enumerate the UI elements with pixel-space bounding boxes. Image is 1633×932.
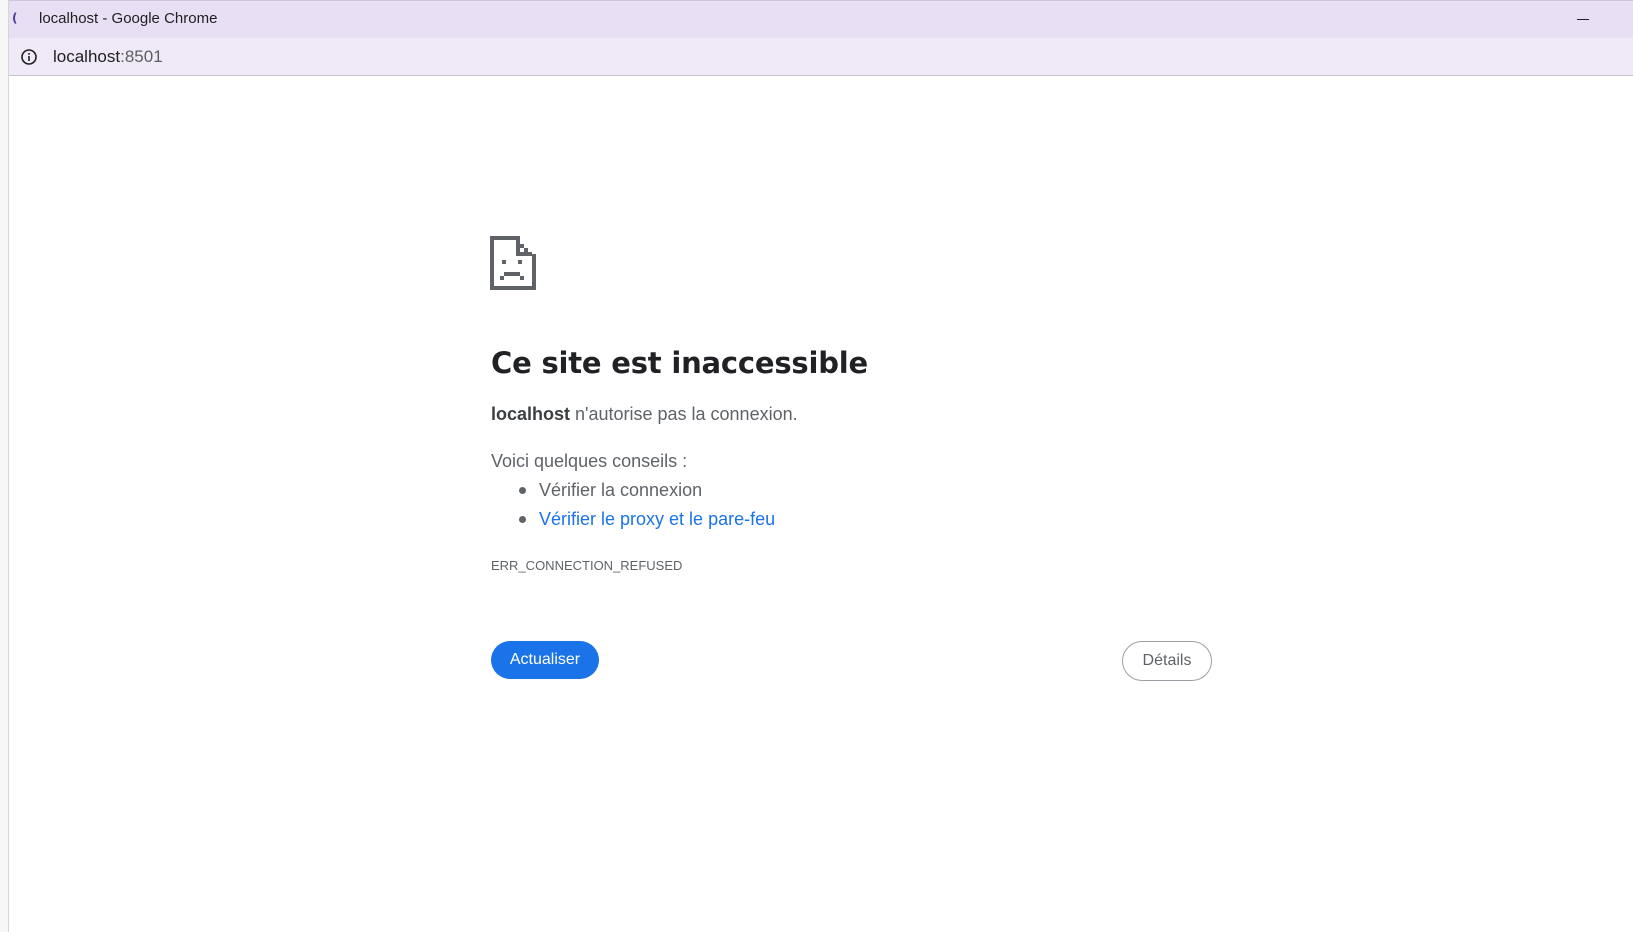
bullet-icon bbox=[519, 516, 526, 523]
error-message: localhost n'autorise pas la connexion. bbox=[491, 404, 798, 425]
error-message-host: localhost bbox=[491, 404, 571, 424]
proxy-firewall-link[interactable]: Vérifier le proxy et le pare-feu bbox=[539, 509, 775, 529]
title-bar: ( localhost - Google Chrome bbox=[9, 0, 1633, 38]
error-code: ERR_CONNECTION_REFUSED bbox=[491, 558, 683, 573]
favicon-icon: ( bbox=[12, 11, 18, 25]
page-heading: Ce site est inaccessible bbox=[491, 346, 869, 380]
url-port: :8501 bbox=[120, 47, 163, 66]
address-bar[interactable]: localhost:8501 bbox=[9, 38, 1633, 76]
info-icon[interactable] bbox=[19, 47, 39, 67]
url-host: localhost bbox=[53, 47, 121, 66]
minimize-icon bbox=[1577, 18, 1589, 20]
minimize-button[interactable] bbox=[1571, 7, 1595, 31]
error-page: Ce site est inaccessible localhost n'aut… bbox=[9, 76, 1633, 932]
bullet-icon bbox=[519, 487, 526, 494]
tip-check-connection: Vérifier la connexion bbox=[491, 478, 775, 507]
tips-list: Vérifier la connexion Vérifier le proxy … bbox=[491, 478, 775, 536]
url-text[interactable]: localhost:8501 bbox=[53, 47, 163, 67]
error-message-text: n'autorise pas la connexion. bbox=[570, 404, 798, 424]
details-button[interactable]: Détails bbox=[1122, 641, 1212, 681]
browser-window: ( localhost - Google Chrome localhost:85… bbox=[9, 0, 1633, 932]
tips-intro: Voici quelques conseils : bbox=[491, 451, 688, 471]
sad-page-icon bbox=[490, 236, 536, 290]
tip-label: Vérifier la connexion bbox=[539, 480, 703, 500]
window-title: localhost - Google Chrome bbox=[39, 10, 218, 27]
tip-check-proxy-firewall: Vérifier le proxy et le pare-feu bbox=[491, 507, 775, 536]
background-window-edge bbox=[0, 0, 9, 932]
reload-button[interactable]: Actualiser bbox=[491, 641, 599, 679]
